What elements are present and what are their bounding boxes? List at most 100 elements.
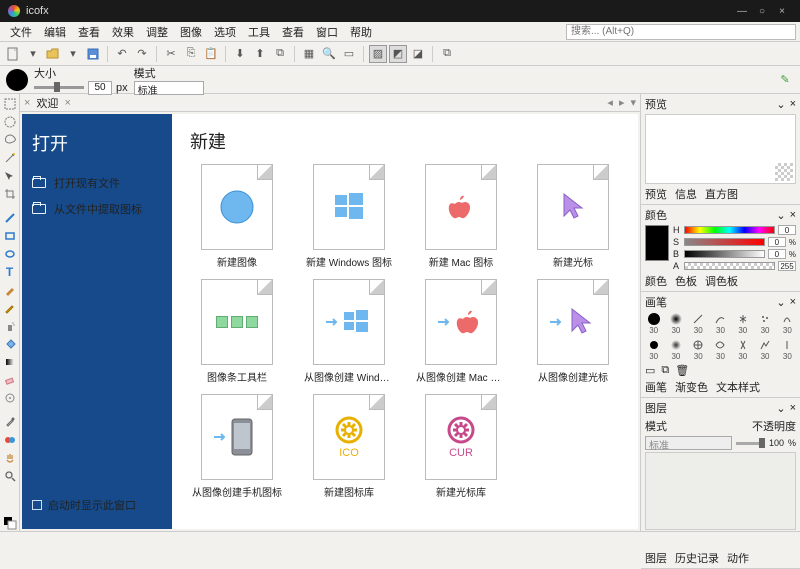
layer-mode-select[interactable]: 标准 [645,436,732,450]
menu-effects[interactable]: 效果 [106,22,140,42]
tab-swatches[interactable]: 色板 [675,273,697,289]
brush-preset[interactable]: 30 [756,312,773,335]
bri-value[interactable]: 0 [768,249,786,259]
save-button[interactable] [84,45,102,63]
card-new-mac-icon[interactable]: 新建 Mac 图标 [414,164,508,269]
menu-edit[interactable]: 编辑 [38,22,72,42]
tab-welcome-close[interactable]: × [64,97,70,109]
brush-preset[interactable]: 30 [712,338,729,361]
alpha-slider[interactable] [684,262,775,270]
open-button[interactable] [44,45,62,63]
grid-button[interactable]: ▦ [300,45,318,63]
pencil-tool[interactable] [2,300,18,316]
export-button[interactable]: ⬆ [251,45,269,63]
rect-tool[interactable] [2,228,18,244]
sidebar-item-extract[interactable]: 从文件中提取图标 [32,196,162,222]
brush-tool[interactable] [2,282,18,298]
brush-preset[interactable]: 30 [667,338,684,361]
card-new-icon-library[interactable]: ICO 新建图标库 [302,394,396,499]
new-button[interactable] [4,45,22,63]
zoom-tool[interactable] [2,468,18,484]
overlay2-button[interactable]: ◪ [409,45,427,63]
card-new-cursor[interactable]: 新建光标 [526,164,620,269]
marquee-rect-tool[interactable] [2,96,18,112]
opacity-slider[interactable] [736,442,765,445]
hue-value[interactable]: 0 [778,225,796,235]
tab-palette[interactable]: 调色板 [705,273,738,289]
open-dropdown[interactable]: ▾ [64,45,82,63]
fill-tool[interactable] [2,336,18,352]
current-color-swatch[interactable] [6,69,28,91]
panel-close-icon[interactable]: × [790,402,796,415]
panel-collapse-icon[interactable]: ⌄ [776,98,785,111]
brush-preset[interactable]: 30 [734,338,751,361]
menu-options[interactable]: 选项 [208,22,242,42]
tab-close-icon[interactable]: × [24,97,30,109]
maximize-button[interactable]: ○ [752,6,772,17]
layer-list[interactable] [645,452,796,530]
tab-layers[interactable]: 图层 [645,550,667,566]
size-slider[interactable] [34,86,84,89]
brush-preset[interactable]: 30 [645,312,662,335]
zoom-button[interactable]: 🔍 [320,45,338,63]
tab-nav-right[interactable]: ▸ [619,96,625,109]
brush-load-icon[interactable]: ⧉ [661,364,669,377]
brush-del-icon[interactable]: 🗑 [675,364,689,377]
tab-textstyle[interactable]: 文本样式 [716,379,760,395]
brush-preset[interactable]: 30 [712,312,729,335]
swap-colors-icon[interactable] [2,515,18,531]
marquee-ellipse-tool[interactable] [2,114,18,130]
tab-gradient[interactable]: 渐变色 [675,379,708,395]
brush-preset[interactable]: 30 [690,312,707,335]
card-from-image-mac[interactable]: 从图像创建 Mac 图标 [414,279,508,384]
new-dropdown[interactable]: ▾ [24,45,42,63]
brush-preset[interactable]: 30 [779,312,796,335]
crop-tool[interactable] [2,186,18,202]
brush-preset[interactable]: 30 [645,338,662,361]
menu-adjust[interactable]: 调整 [140,22,174,42]
brush-preset[interactable]: 30 [667,312,684,335]
alpha-value[interactable]: 255 [778,261,796,271]
close-button[interactable]: × [772,6,792,17]
card-from-image-cursor[interactable]: 从图像创建光标 [526,279,620,384]
menu-tools[interactable]: 工具 [242,22,276,42]
tab-actions[interactable]: 动作 [727,550,749,566]
transparency-toggle[interactable]: ▨ [369,45,387,63]
tab-history[interactable]: 历史记录 [675,550,719,566]
tab-brush[interactable]: 画笔 [645,379,667,395]
text-tool[interactable]: T [2,264,18,280]
panel-close-icon[interactable]: × [790,296,796,309]
brush-preset[interactable]: 30 [756,338,773,361]
mode-select[interactable]: 标准 [134,81,204,95]
tab-nav-left[interactable]: ◂ [607,96,613,109]
eraser-tool[interactable] [2,372,18,388]
menu-view2[interactable]: 查看 [276,22,310,42]
size-value[interactable]: 50 [88,81,112,95]
lasso-tool[interactable] [2,132,18,148]
move-tool[interactable] [2,168,18,184]
brush-preset[interactable]: 30 [779,338,796,361]
panel-close-icon[interactable]: × [790,98,796,111]
hand-tool[interactable] [2,450,18,466]
capture-button[interactable]: ⧉ [271,45,289,63]
card-from-image-windows[interactable]: 从图像创建 Windows ... [302,279,396,384]
tab-preview[interactable]: 预览 [645,186,667,202]
retouch-tool[interactable] [2,390,18,406]
search-input[interactable] [566,24,796,40]
copy-button[interactable]: ⎘ [182,45,200,63]
panel-collapse-icon[interactable]: ⌄ [776,209,785,222]
tab-welcome[interactable]: 欢迎 [36,95,58,111]
tab-menu[interactable]: ▾ [630,96,636,109]
panel-close-icon[interactable]: × [790,209,796,222]
brush-add-icon[interactable]: ▭ [645,364,655,377]
brush-preset[interactable]: 30 [690,338,707,361]
brush-preset-icon[interactable]: ✎ [776,71,794,89]
card-image-strip[interactable]: 图像条工具栏 [190,279,284,384]
line-tool[interactable] [2,210,18,226]
eyedropper-tool[interactable] [2,414,18,430]
link-button[interactable]: ⧉ [438,45,456,63]
spray-tool[interactable] [2,318,18,334]
ellipse-tool[interactable] [2,246,18,262]
fit-button[interactable]: ▭ [340,45,358,63]
redo-button[interactable]: ↷ [133,45,151,63]
